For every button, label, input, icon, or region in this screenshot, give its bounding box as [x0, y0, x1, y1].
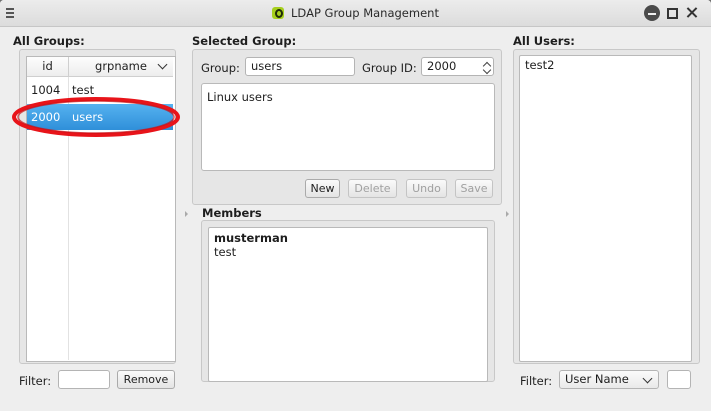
- close-icon[interactable]: [684, 5, 700, 21]
- group-id-label: Group ID:: [362, 61, 417, 75]
- remove-button[interactable]: Remove: [117, 370, 175, 389]
- app-icon: [272, 7, 285, 19]
- column-header-grpname[interactable]: grpname: [69, 57, 173, 77]
- all-users-label: All Users:: [513, 34, 575, 48]
- maximize-icon[interactable]: [664, 5, 680, 21]
- annotation-ellipse: [12, 97, 180, 137]
- all-groups-label: All Groups:: [13, 34, 85, 48]
- filter-field-select[interactable]: User Name: [559, 370, 659, 389]
- users-filter-label: Filter:: [520, 374, 553, 388]
- list-item[interactable]: musterman: [214, 231, 288, 245]
- users-filter-input[interactable]: [667, 370, 691, 389]
- undo-button[interactable]: Undo: [406, 179, 447, 198]
- group-name-input[interactable]: users: [245, 57, 355, 76]
- members-list[interactable]: musterman test: [208, 227, 488, 382]
- left-splitter-handle[interactable]: [185, 211, 188, 217]
- delete-button[interactable]: Delete: [348, 179, 397, 198]
- right-splitter-handle[interactable]: [506, 211, 509, 217]
- chevron-down-icon[interactable]: [642, 373, 653, 384]
- save-button[interactable]: Save: [455, 179, 493, 198]
- sort-chevron-icon[interactable]: [157, 59, 168, 70]
- new-button[interactable]: New: [305, 179, 340, 198]
- main-window: LDAP Group Management All Groups: id grp…: [0, 0, 711, 411]
- description-textarea[interactable]: Linux users: [201, 83, 495, 171]
- users-list[interactable]: test2: [519, 55, 692, 362]
- column-header-id[interactable]: id: [27, 57, 69, 77]
- selected-group-label: Selected Group:: [192, 34, 297, 48]
- window-title: LDAP Group Management: [291, 6, 439, 20]
- members-label: Members: [202, 206, 262, 220]
- groups-filter-input[interactable]: [58, 370, 110, 389]
- minimize-icon[interactable]: [644, 5, 660, 21]
- title-bar: LDAP Group Management: [0, 0, 711, 27]
- group-id-spinbox[interactable]: 2000: [421, 57, 494, 76]
- groups-filter-label: Filter:: [19, 374, 52, 388]
- list-item[interactable]: test2: [525, 58, 554, 72]
- group-name-label: Group:: [201, 61, 240, 75]
- list-item[interactable]: test: [214, 245, 236, 259]
